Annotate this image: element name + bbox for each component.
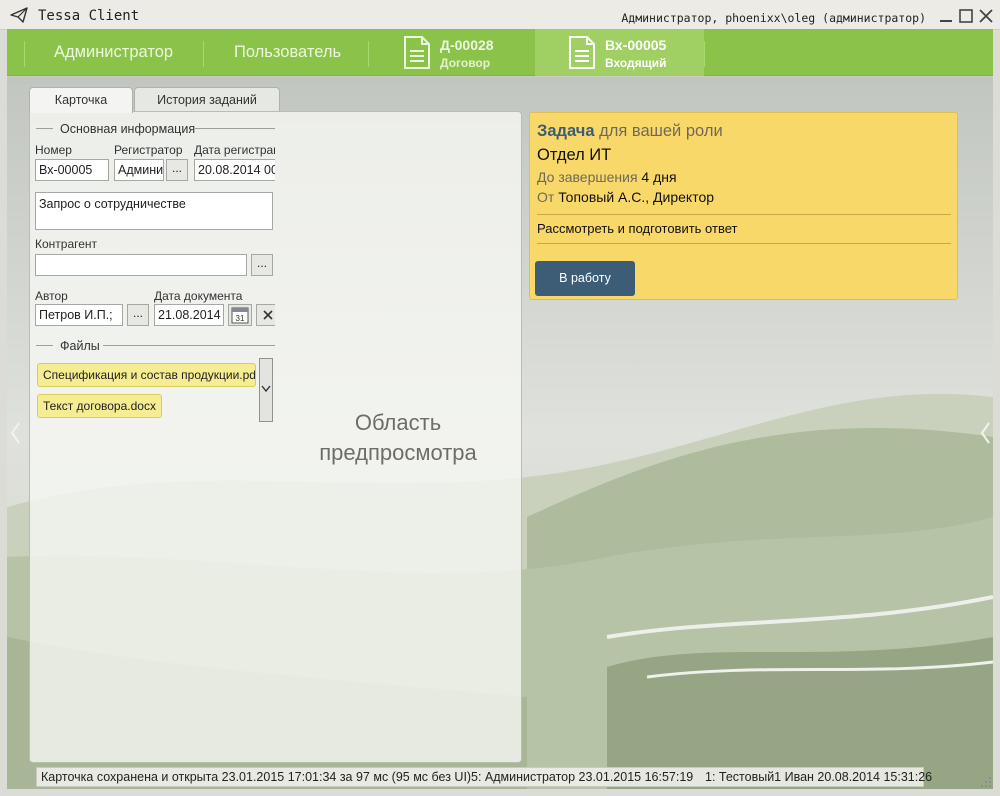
- minimize-icon[interactable]: [938, 8, 954, 24]
- task-title-suffix: для вашей роли: [594, 122, 723, 140]
- task-description: Рассмотреть и подготовить ответ: [537, 221, 738, 236]
- status-card-saved: Карточка сохранена и открыта 23.01.2015 …: [41, 770, 472, 784]
- title-bar[interactable]: Tessa Client Администратор, phoenixx\ole…: [0, 0, 1000, 30]
- nav-admin[interactable]: Администратор: [54, 29, 173, 76]
- group-divider: [36, 128, 53, 129]
- registrar-field[interactable]: Админи: [114, 159, 164, 181]
- task-divider: [537, 243, 951, 244]
- number-field[interactable]: Вх-00005: [35, 159, 109, 181]
- author-browse-button[interactable]: ...: [127, 304, 149, 326]
- preview-area: Область предпросмотра: [285, 408, 511, 468]
- calendar-day: 31: [236, 314, 245, 323]
- task-due-value: 4 дня: [641, 169, 677, 185]
- subject-field[interactable]: Запрос о сотрудничестве: [35, 192, 273, 230]
- registrar-label: Регистратор: [114, 143, 183, 157]
- nav-separator: [704, 41, 705, 67]
- registration-date-label: Дата регистрации: [194, 143, 275, 157]
- chevron-left-icon[interactable]: [8, 420, 22, 446]
- registrar-browse-button[interactable]: ...: [166, 159, 188, 181]
- card-panel: Основная информация Номер Регистратор Да…: [29, 111, 522, 763]
- document-type: Договор: [440, 56, 491, 70]
- task-header: Задача для вашей роли: [537, 122, 723, 141]
- document-icon: [569, 36, 595, 69]
- nav-separator: [368, 41, 369, 67]
- status-entry: 1: Тестовый1 Иван 20.08.2014 15:31:26: [705, 770, 933, 784]
- preview-title-line2: предпросмотра: [319, 440, 477, 465]
- app-title: Tessa Client: [38, 8, 140, 24]
- card-form: Основная информация Номер Регистратор Да…: [30, 112, 275, 424]
- tab-card[interactable]: Карточка: [29, 87, 133, 113]
- group-divider: [195, 128, 275, 129]
- resize-grip-icon[interactable]: [980, 776, 992, 788]
- number-label: Номер: [35, 143, 72, 157]
- counterparty-browse-button[interactable]: ...: [251, 254, 273, 276]
- current-user-info: Администратор, phoenixx\oleg (администра…: [621, 11, 926, 25]
- status-bar: Карточка сохранена и открыта 23.01.2015 …: [36, 767, 932, 787]
- nav-document-tab-incoming[interactable]: Вх-00005 Входящий: [535, 29, 704, 76]
- task-from-label: От: [537, 189, 555, 205]
- task-divider: [537, 214, 951, 215]
- nav-separator: [24, 41, 25, 67]
- nav-user[interactable]: Пользователь: [234, 29, 341, 76]
- window-frame-bottom: [0, 789, 1000, 796]
- counterparty-label: Контрагент: [35, 237, 98, 251]
- calendar-icon: 31: [231, 307, 249, 324]
- document-date-field[interactable]: 21.08.2014: [154, 304, 224, 326]
- file-item[interactable]: Текст договора.docx: [37, 394, 162, 418]
- task-from: От Топовый А.С., Директор: [537, 189, 714, 205]
- group-divider: [36, 345, 53, 346]
- author-label: Автор: [35, 289, 68, 303]
- group-title-files: Файлы: [60, 339, 100, 353]
- clear-date-button[interactable]: [256, 304, 275, 326]
- document-number: Д-00028: [440, 37, 494, 53]
- author-field[interactable]: Петров И.П.;: [35, 304, 123, 326]
- take-to-work-button[interactable]: В работу: [535, 261, 635, 296]
- preview-title-line1: Область: [354, 410, 442, 435]
- document-type: Входящий: [605, 56, 667, 70]
- nav-separator: [203, 41, 204, 67]
- status-entry: 5: Администратор 23.01.2015 16:57:19: [471, 770, 694, 784]
- chevron-left-icon[interactable]: [978, 420, 992, 446]
- files-scroll-button[interactable]: [259, 358, 273, 422]
- window-frame-right: [993, 29, 1000, 796]
- calendar-button[interactable]: 31: [228, 304, 252, 326]
- tab-task-history[interactable]: История заданий: [134, 87, 280, 112]
- task-from-value: Топовый А.С., Директор: [558, 189, 715, 205]
- maximize-icon[interactable]: [958, 8, 974, 24]
- top-navigation-bar: Администратор Пользователь Д-00028 Догов…: [7, 29, 993, 76]
- task-title: Задача: [537, 122, 595, 140]
- nav-document-tab-contract[interactable]: Д-00028 Договор: [391, 29, 535, 76]
- task-department: Отдел ИТ: [537, 146, 612, 164]
- clear-icon: [263, 310, 273, 320]
- task-due: До завершения 4 дня: [537, 169, 677, 185]
- paper-plane-icon: [10, 7, 28, 23]
- task-panel: Задача для вашей роли Отдел ИТ До заверш…: [529, 112, 958, 300]
- close-icon[interactable]: [978, 8, 994, 24]
- document-date-label: Дата документа: [154, 289, 243, 303]
- document-icon: [404, 36, 430, 69]
- group-title-main-info: Основная информация: [60, 122, 196, 136]
- file-item[interactable]: Спецификация и состав продукции.pdf: [37, 363, 256, 387]
- registration-date-field[interactable]: 20.08.2014 00: [194, 159, 275, 181]
- document-number: Вх-00005: [605, 37, 667, 53]
- chevron-down-icon: [261, 385, 271, 393]
- task-due-label: До завершения: [537, 169, 638, 185]
- counterparty-field[interactable]: [35, 254, 247, 276]
- window-frame-left: [0, 29, 7, 796]
- group-divider: [103, 345, 275, 346]
